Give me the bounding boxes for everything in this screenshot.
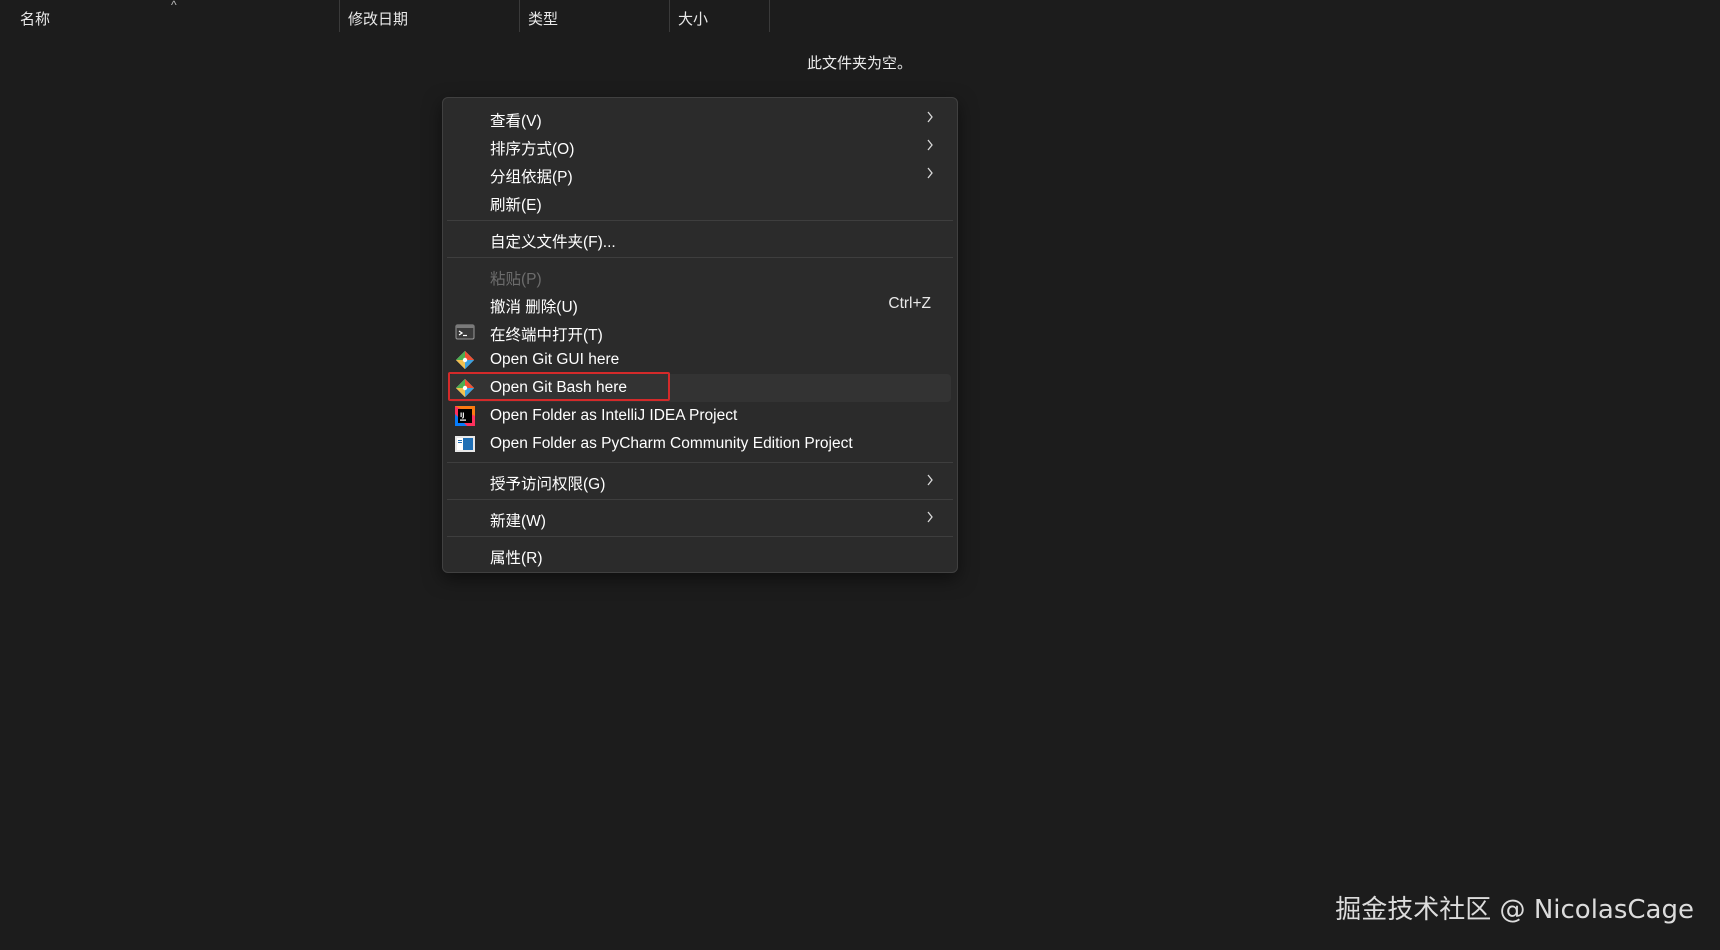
menu-item-label: 粘贴(P) [490,271,542,288]
menu-item-label: 新建(W) [490,513,546,530]
sort-ascending-icon: ^ [171,0,177,12]
column-size-label: 大小 [678,11,709,28]
annotation-highlight-box [448,372,670,401]
file-explorer-view: 名称 ^ 修改日期 类型 大小 此文件夹为空。 查看(V) 排序方式(O) 分组… [0,0,1720,950]
svg-text:IJ: IJ [460,412,464,419]
menu-item-shortcut: Ctrl+Z [888,295,931,312]
column-divider[interactable] [769,0,770,32]
menu-item-sort-by[interactable]: 排序方式(O) [449,132,951,160]
pycharm-icon [455,436,475,452]
menu-item-label: 查看(V) [490,113,542,130]
column-modified-label: 修改日期 [348,11,409,28]
menu-item-open-git-gui[interactable]: Open Git GUI here [449,346,951,374]
column-name-label: 名称 [20,11,51,28]
menu-item-label: 排序方式(O) [490,141,575,158]
intellij-icon: IJ [455,406,475,426]
column-modified-header[interactable]: 修改日期 [340,0,519,32]
menu-separator [447,220,953,221]
column-type-label: 类型 [528,11,559,28]
menu-item-give-access[interactable]: 授予访问权限(G) [449,467,951,495]
chevron-right-icon [927,474,933,486]
menu-item-undo-delete[interactable]: 撤消 删除(U) Ctrl+Z [449,290,951,318]
chevron-right-icon [927,111,933,123]
chevron-right-icon [927,139,933,151]
menu-item-new[interactable]: 新建(W) [449,504,951,532]
menu-separator [447,536,953,537]
menu-item-paste: 粘贴(P) [449,262,951,290]
chevron-right-icon [927,511,933,523]
empty-folder-message: 此文件夹为空。 [807,55,913,72]
menu-item-open-in-terminal[interactable]: 在终端中打开(T) [449,318,951,346]
menu-item-group-by[interactable]: 分组依据(P) [449,160,951,188]
column-size-header[interactable]: 大小 [670,0,769,32]
menu-item-label: 分组依据(P) [490,169,573,186]
menu-item-customize-folder[interactable]: 自定义文件夹(F)... [449,225,951,253]
menu-item-open-pycharm[interactable]: Open Folder as PyCharm Community Edition… [449,430,951,458]
context-menu: 查看(V) 排序方式(O) 分组依据(P) 刷新(E) 自定义文件夹(F)...… [442,97,958,573]
menu-item-label: Open Folder as PyCharm Community Edition… [490,435,853,452]
menu-separator [447,462,953,463]
column-header-bar: 名称 ^ 修改日期 类型 大小 [0,0,770,32]
menu-item-label: 刷新(E) [490,197,542,214]
menu-item-open-intellij[interactable]: IJ Open Folder as IntelliJ IDEA Project [449,402,951,430]
menu-item-view[interactable]: 查看(V) [449,104,951,132]
menu-item-label: Open Git GUI here [490,351,620,368]
column-name-header[interactable]: 名称 ^ [0,0,339,32]
menu-item-label: 自定义文件夹(F)... [490,234,616,251]
watermark: 掘金技术社区 @ NicolasCage [1335,895,1694,925]
git-icon [456,351,474,369]
menu-item-label: 撤消 删除(U) [490,299,578,316]
menu-separator [447,257,953,258]
menu-separator [447,499,953,500]
menu-item-refresh[interactable]: 刷新(E) [449,188,951,216]
chevron-right-icon [927,167,933,179]
terminal-icon [455,324,475,340]
menu-item-label: 属性(R) [490,550,543,567]
column-type-header[interactable]: 类型 [520,0,669,32]
menu-item-label: 授予访问权限(G) [490,476,606,493]
menu-item-label: 在终端中打开(T) [490,327,603,344]
menu-item-properties[interactable]: 属性(R) [449,541,951,569]
menu-item-label: Open Folder as IntelliJ IDEA Project [490,407,738,424]
